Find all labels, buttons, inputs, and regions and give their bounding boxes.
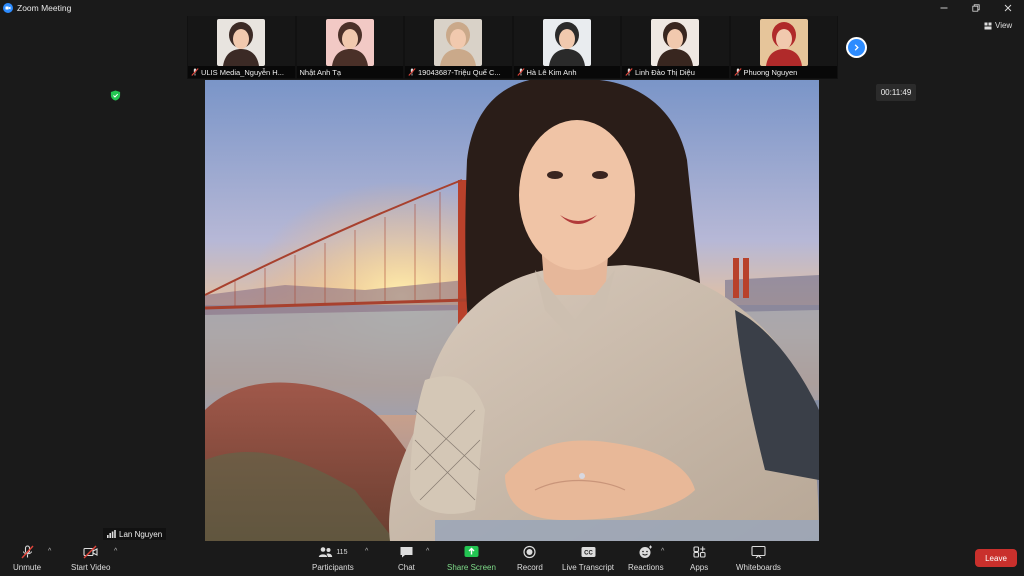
unmute-button[interactable]: Unmute [13,543,41,572]
live-transcript-label: Live Transcript [562,563,615,572]
start-video-button[interactable]: Start Video [71,543,110,572]
participant-video [434,19,483,66]
chat-options-chevron-icon[interactable]: ^ [426,548,429,555]
record-icon [523,545,536,559]
meeting-timer: 00:11:49 [876,84,916,101]
apps-button[interactable]: Apps [690,543,708,572]
participant-thumbnail[interactable]: Linh Đào Thị Diệu [622,16,729,79]
live-transcript-button[interactable]: CC Live Transcript [562,543,614,572]
smiley-plus-icon [639,545,653,558]
participant-name: Linh Đào Thị Diệu [635,67,695,77]
restore-button[interactable] [960,0,992,16]
mic-off-icon [516,68,525,76]
whiteboards-label: Whiteboards [736,563,781,572]
view-button[interactable]: View [984,21,1012,30]
window-controls [928,0,1024,16]
participant-video [217,19,266,66]
record-label: Record [517,563,543,572]
participants-options-chevron-icon[interactable]: ^ [365,548,368,555]
apps-icon [693,546,706,558]
signal-bars-icon [107,530,116,538]
participant-thumbnail[interactable]: ULIS Media_Nguyễn H... [188,16,295,79]
share-arrow-icon [464,546,479,557]
record-button[interactable]: Record [517,543,543,572]
participant-caption: Phuong Nguyen [730,66,837,78]
active-speaker-name: Lan Nguyen [119,529,163,539]
participants-button[interactable]: 115 Participants [312,543,354,572]
participant-name: Nhật Anh Tạ [299,67,342,77]
leave-button[interactable]: Leave [975,549,1017,567]
share-screen-label: Share Screen [447,563,496,572]
mic-off-icon [733,68,742,76]
participant-name: ULIS Media_Nguyễn H... [201,67,284,77]
participant-name: Phuong Nguyen [743,67,798,77]
participants-count: 115 [336,548,348,556]
next-page-button[interactable] [846,37,867,58]
people-icon [319,547,333,557]
participant-thumbnail[interactable]: Phuong Nguyen [730,16,837,79]
meeting-toolbar: Unmute ^ Start Video ^ 115 Participants … [0,541,1024,576]
participant-video [759,19,808,66]
participants-label: Participants [312,563,354,572]
mic-off-icon [408,68,416,76]
active-speaker-label: Lan Nguyen [103,528,167,540]
participant-thumbnail[interactable]: 19043687-Triệu Quế C... [405,16,512,79]
minimize-button[interactable] [928,0,960,16]
mic-off-icon [20,545,34,559]
minimize-icon [940,7,948,9]
apps-label: Apps [690,563,709,572]
participant-caption: Hà Lê Kim Anh [513,66,620,78]
participant-caption: Linh Đào Thị Diệu [622,66,729,78]
mic-off-icon [625,68,633,76]
reactions-button[interactable]: Reactions [628,543,664,572]
window-title: Zoom Meeting [17,3,72,13]
reactions-label: Reactions [628,563,664,572]
unmute-label: Unmute [13,563,42,572]
audio-options-chevron-icon[interactable]: ^ [48,548,51,555]
participant-name: Hà Lê Kim Anh [526,67,577,77]
participant-name: 19043687-Triệu Quế C... [418,67,501,77]
grid-view-icon [984,22,992,29]
whiteboard-icon [751,545,766,559]
participant-thumbnail[interactable]: Nhật Anh Tạ [296,16,403,79]
start-video-label: Start Video [71,563,111,572]
whiteboards-button[interactable]: Whiteboards [736,543,781,572]
close-button[interactable] [992,0,1024,16]
chevron-right-icon [848,39,865,56]
video-off-icon [83,545,98,559]
participant-caption: 19043687-Triệu Quế C... [405,66,512,78]
participant-caption: Nhật Anh Tạ [296,66,403,78]
reactions-options-chevron-icon[interactable]: ^ [661,548,664,555]
participant-caption: ULIS Media_Nguyễn H... [188,66,295,78]
cc-icon: CC [581,547,596,557]
main-speaker-video [205,80,819,541]
participant-video [325,19,374,66]
view-label: View [995,21,1013,30]
participant-strip: ULIS Media_Nguyễn H... Nhật Anh Tạ 1904368… [187,16,838,79]
speaker-video-frame [205,80,819,541]
zoom-logo-icon [3,3,13,13]
participant-thumbnail[interactable]: Hà Lê Kim Anh [513,16,620,79]
video-options-chevron-icon[interactable]: ^ [114,548,117,555]
participant-video [651,19,700,66]
svg-text:CC: CC [584,551,593,557]
close-icon [1004,4,1012,12]
restore-icon [972,4,980,12]
participant-video [542,19,591,66]
chat-bubble-icon [400,547,413,558]
share-screen-button[interactable]: Share Screen [447,543,496,572]
chat-button[interactable]: Chat [398,543,415,572]
mic-off-icon [191,68,199,76]
security-shield-icon[interactable] [110,88,121,101]
chat-label: Chat [398,563,415,572]
title-bar: Zoom Meeting [0,0,1024,16]
